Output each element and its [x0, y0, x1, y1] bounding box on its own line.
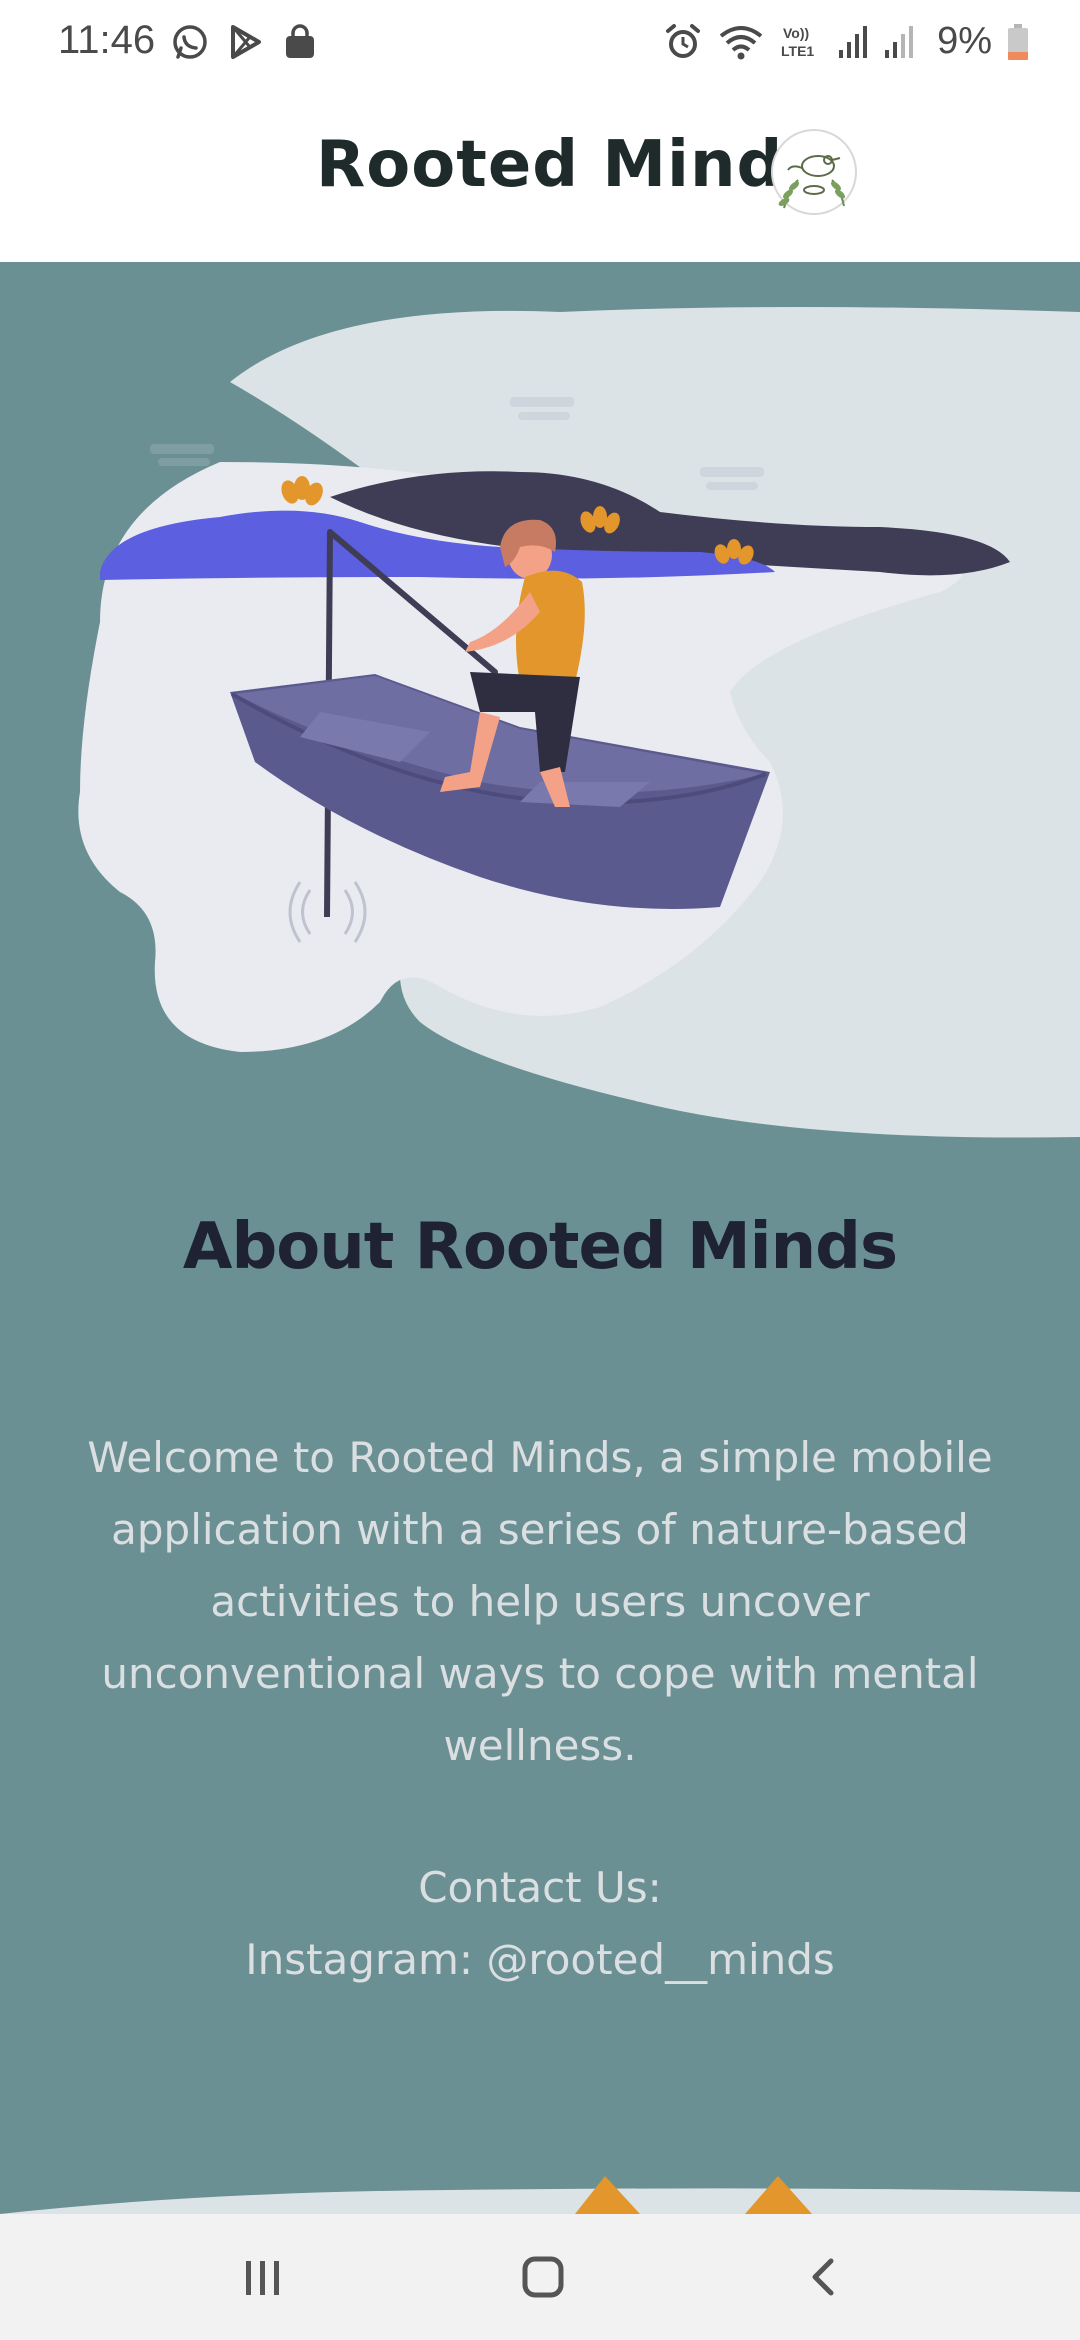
footer-wave — [0, 2176, 1080, 2214]
play-store-icon — [231, 25, 261, 59]
recent-apps-button[interactable] — [202, 2242, 322, 2312]
system-navigation-bar — [0, 2214, 1080, 2340]
cloud-shape — [706, 482, 758, 490]
app-header: Rooted Minds — [0, 84, 1080, 264]
person-fishing-in-boat-illustration — [78, 307, 1080, 1138]
back-button[interactable] — [763, 2242, 883, 2312]
cloud-shape — [510, 397, 574, 407]
battery-low-icon — [1008, 23, 1028, 60]
wifi-icon — [719, 25, 763, 59]
cloud-shape — [518, 412, 570, 420]
main-content[interactable]: About Rooted Minds Welcome to Rooted Min… — [0, 262, 1080, 2214]
notification-icons — [170, 22, 318, 62]
app-screen: 11:46 Vo)) LTE1 9% Rooted Minds About Ro… — [0, 0, 1080, 2340]
status-time: 11:46 — [58, 18, 156, 62]
contact-label: Contact Us: — [418, 1863, 662, 1912]
svg-text:LTE1: LTE1 — [781, 43, 814, 59]
svg-text:Vo)): Vo)) — [783, 25, 809, 41]
about-description: Welcome to Rooted Minds, a simple mobile… — [87, 1433, 993, 1770]
volte-lte-icon: Vo)) LTE1 — [781, 25, 814, 59]
bird-leaf-logo-icon — [771, 129, 857, 215]
home-button[interactable] — [483, 2242, 603, 2312]
signal-icon — [839, 25, 868, 58]
status-bar: 11:46 Vo)) LTE1 9% — [0, 0, 1080, 84]
recent-apps-icon — [246, 2261, 279, 2295]
cloud-shape — [158, 458, 210, 466]
alarm-icon — [666, 23, 701, 58]
cloud-shape — [700, 467, 764, 477]
back-icon — [812, 2258, 834, 2296]
home-icon — [522, 2256, 564, 2298]
about-heading: About Rooted Minds — [182, 1210, 898, 1284]
signal-weak-icon — [885, 25, 914, 58]
shopping-bag-icon — [286, 24, 314, 58]
person-shirt — [516, 570, 585, 682]
system-status-icons: Vo)) LTE1 9% — [663, 20, 1030, 63]
instagram-contact-link[interactable]: Instagram: @rooted__minds — [0, 1924, 1080, 1996]
whatsapp-icon — [173, 25, 207, 59]
app-title: Rooted Minds — [316, 128, 823, 202]
cloud-shape — [150, 444, 214, 454]
battery-percent: 9% — [937, 20, 992, 62]
